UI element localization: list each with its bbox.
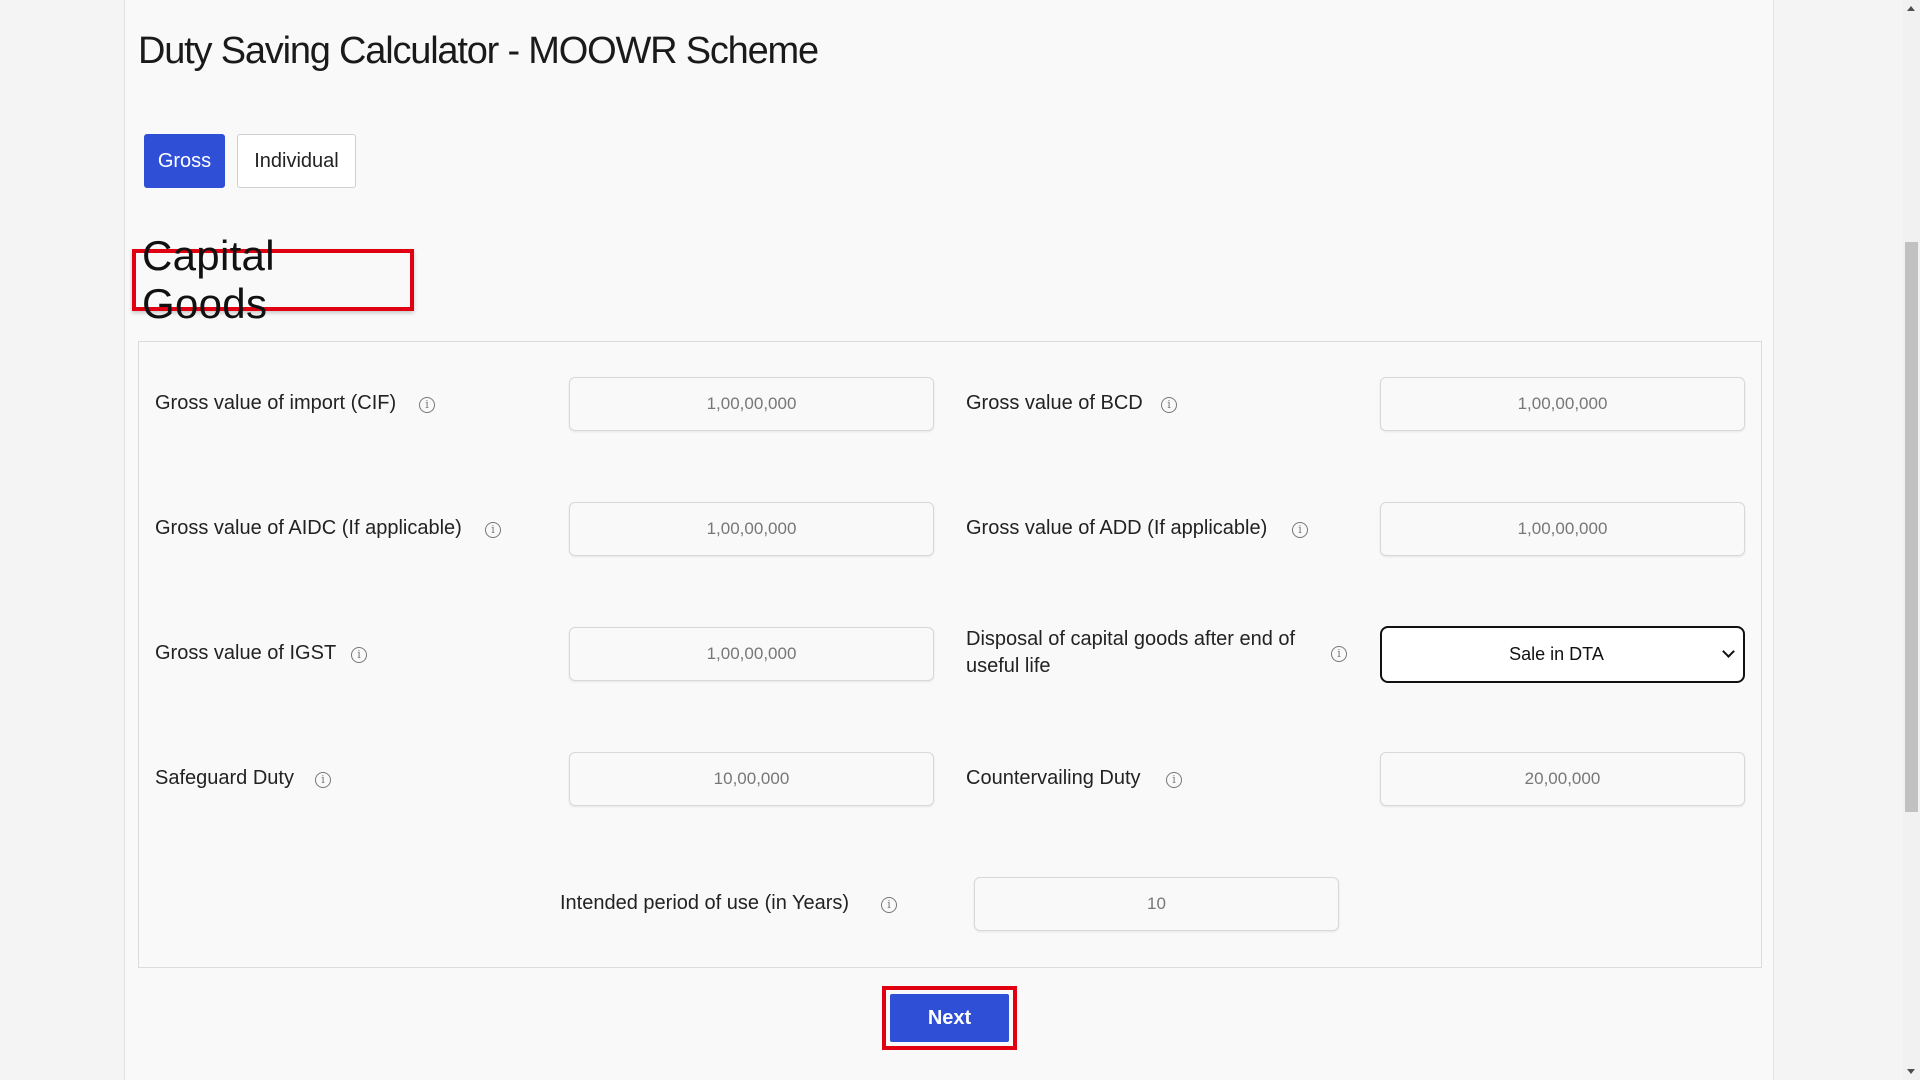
- countervailing-info-icon[interactable]: i: [1166, 772, 1182, 788]
- scroll-thumb[interactable]: [1905, 242, 1918, 812]
- disposal-selected-value: Sale in DTA: [1509, 644, 1604, 664]
- section-title-capital-goods: Capital Goods: [132, 232, 414, 327]
- safeguard-input[interactable]: [569, 752, 934, 806]
- safeguard-info-icon[interactable]: i: [315, 772, 331, 788]
- section-title-text: Capital Goods: [142, 232, 275, 327]
- tab-gross[interactable]: Gross: [144, 134, 225, 188]
- aidc-input[interactable]: [569, 502, 934, 556]
- countervailing-input[interactable]: [1380, 752, 1745, 806]
- igst-input[interactable]: [569, 627, 934, 681]
- tab-individual[interactable]: Individual: [237, 134, 356, 188]
- disposal-info-icon[interactable]: i: [1331, 646, 1347, 662]
- aidc-info-icon[interactable]: i: [485, 522, 501, 538]
- bcd-input[interactable]: [1380, 377, 1745, 431]
- bcd-info-icon[interactable]: i: [1161, 397, 1177, 413]
- chevron-down-icon: [1722, 645, 1735, 658]
- countervailing-label: Countervailing Duty: [966, 767, 1141, 789]
- disposal-label: Disposal of capital goods after end of u…: [966, 628, 1296, 677]
- igst-label: Gross value of IGST: [155, 642, 337, 664]
- aidc-label: Gross value of AIDC (If applicable): [155, 517, 462, 539]
- next-button-highlight: Next: [882, 986, 1017, 1050]
- igst-info-icon[interactable]: i: [351, 647, 367, 663]
- add-label: Gross value of ADD (If applicable): [966, 517, 1268, 539]
- period-input[interactable]: [974, 877, 1339, 931]
- scroll-down-arrow-icon[interactable]: [1907, 1069, 1915, 1074]
- page-title: Duty Saving Calculator - MOOWR Scheme: [138, 30, 819, 72]
- cif-label: Gross value of import (CIF): [155, 392, 397, 414]
- bcd-label: Gross value of BCD: [966, 392, 1143, 414]
- cif-info-icon[interactable]: i: [419, 397, 435, 413]
- add-input[interactable]: [1380, 502, 1745, 556]
- safeguard-label: Safeguard Duty: [155, 767, 294, 789]
- period-info-icon[interactable]: i: [881, 897, 897, 913]
- next-button[interactable]: Next: [890, 994, 1009, 1042]
- scrollbar[interactable]: [1903, 0, 1920, 1080]
- cif-input[interactable]: [569, 377, 934, 431]
- period-label: Intended period of use (in Years): [560, 892, 850, 914]
- scroll-up-arrow-icon[interactable]: [1907, 6, 1915, 11]
- disposal-select[interactable]: Sale in DTA: [1380, 626, 1745, 683]
- add-info-icon[interactable]: i: [1292, 522, 1308, 538]
